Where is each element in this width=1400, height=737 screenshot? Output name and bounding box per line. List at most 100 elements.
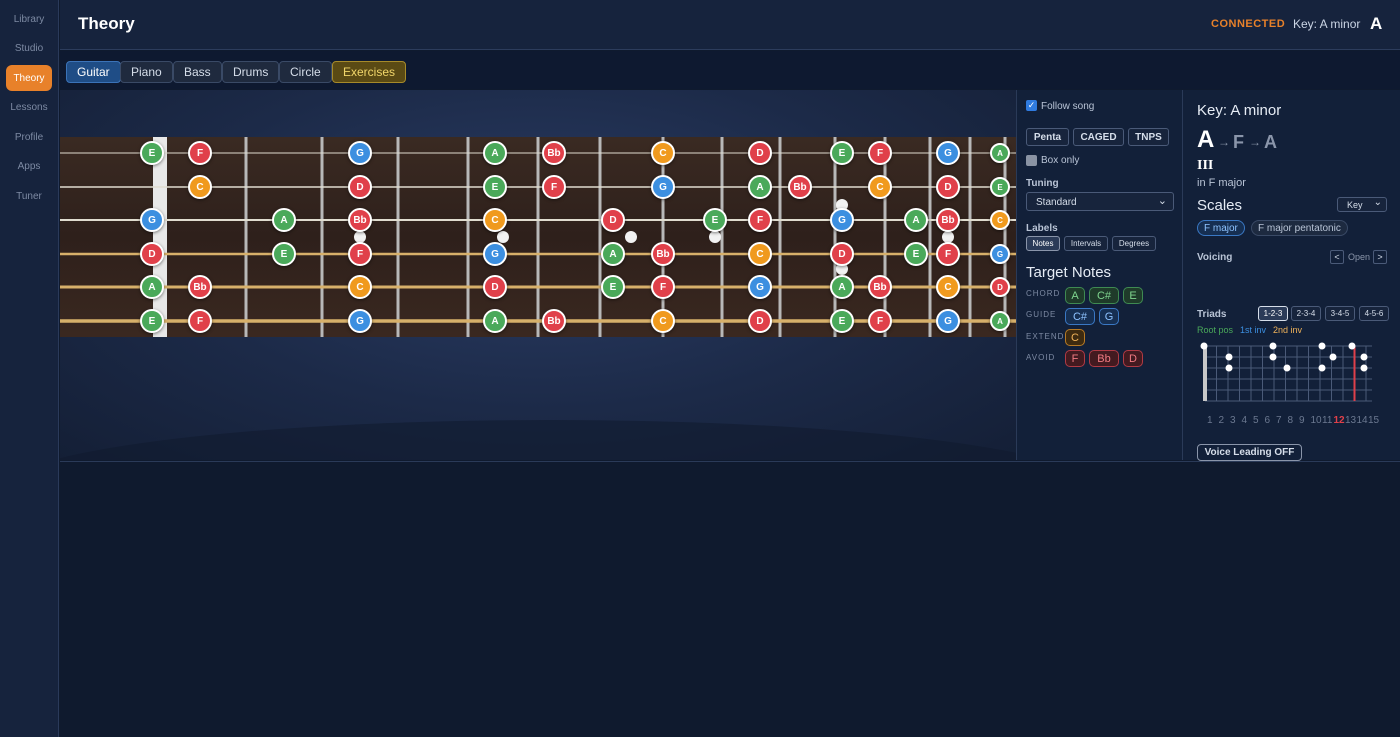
tab-bass[interactable]: Bass [173,61,222,83]
sidebar-item-apps[interactable]: Apps [6,154,52,180]
shape-button-penta[interactable]: Penta [1026,128,1069,146]
triad-dot[interactable] [1225,364,1233,372]
scale-chip-f-major-pentatonic[interactable]: F major pentatonic [1251,220,1348,236]
shape-button-caged[interactable]: CAGED [1073,128,1124,146]
fret-note[interactable]: F [748,208,772,232]
fret-note[interactable]: C [483,208,507,232]
target-chip[interactable]: C# [1065,308,1095,325]
fret-note[interactable]: G [348,309,372,333]
label-option-intervals[interactable]: Intervals [1064,236,1108,251]
target-chip[interactable]: E [1123,287,1143,304]
fret-note[interactable]: D [936,175,960,199]
fret-note[interactable]: D [140,242,164,266]
tab-piano[interactable]: Piano [120,61,173,83]
fret-note[interactable]: G [990,244,1010,264]
fret-note[interactable]: Bb [936,208,960,232]
fret-note[interactable]: A [140,275,164,299]
follow-song-checkbox[interactable]: ✓ [1026,100,1037,111]
target-chip[interactable]: C# [1089,287,1119,304]
fret-note[interactable]: A [272,208,296,232]
triad-dot[interactable] [1225,353,1233,361]
sidebar-item-tuner[interactable]: Tuner [6,183,52,209]
fret-note[interactable]: C [651,141,675,165]
target-chip[interactable]: F [1065,350,1085,367]
sidebar-item-studio[interactable]: Studio [6,36,52,62]
fret-note[interactable]: E [483,175,507,199]
fret-note[interactable]: E [272,242,296,266]
box-only-checkbox[interactable] [1026,155,1037,166]
fret-note[interactable]: F [936,242,960,266]
fret-note[interactable]: E [140,141,164,165]
fret-note[interactable]: D [483,275,507,299]
triad-dot[interactable] [1200,342,1208,350]
fret-note[interactable]: C [990,210,1010,230]
target-chip[interactable]: Bb [1089,350,1119,367]
voicing-next-button[interactable]: > [1373,250,1387,264]
voicing-prev-button[interactable]: < [1330,250,1344,264]
fret-note[interactable]: G [748,275,772,299]
triad-set-1-2-3[interactable]: 1-2-3 [1258,306,1288,321]
voice-leading-button[interactable]: Voice Leading OFF [1197,444,1302,461]
fret-note[interactable]: G [483,242,507,266]
scales-select[interactable]: Key ⌄ [1337,197,1387,212]
fret-note[interactable]: F [868,309,892,333]
triad-set-4-5-6[interactable]: 4-5-6 [1359,306,1389,321]
fret-note[interactable]: A [990,143,1010,163]
sidebar-item-lessons[interactable]: Lessons [6,95,52,121]
fret-note[interactable]: G [140,208,164,232]
target-chip[interactable]: C [1065,329,1085,346]
fret-note[interactable]: D [748,141,772,165]
triad-dot[interactable] [1283,364,1291,372]
sidebar-item-theory[interactable]: Theory [6,65,52,91]
fret-note[interactable]: F [188,309,212,333]
fret-note[interactable]: A [483,141,507,165]
fret-note[interactable]: C [936,275,960,299]
fret-note[interactable]: A [483,309,507,333]
fret-note[interactable]: F [348,242,372,266]
fret-note[interactable]: C [348,275,372,299]
triad-dot[interactable] [1318,364,1326,372]
fret-note[interactable]: F [542,175,566,199]
label-option-degrees[interactable]: Degrees [1112,236,1156,251]
triad-set-3-4-5[interactable]: 3-4-5 [1325,306,1355,321]
fret-note[interactable]: A [601,242,625,266]
fret-note[interactable]: E [703,208,727,232]
triad-dot[interactable] [1269,353,1277,361]
fret-note[interactable]: E [830,309,854,333]
fret-note[interactable]: G [830,208,854,232]
fret-note[interactable]: G [936,141,960,165]
fret-note[interactable]: A [830,275,854,299]
shape-button-tnps[interactable]: TNPS [1128,128,1169,146]
fret-note[interactable]: A [990,311,1010,331]
fret-note[interactable]: A [748,175,772,199]
fret-note[interactable]: E [601,275,625,299]
triad-dot[interactable] [1348,342,1356,350]
tuning-select[interactable]: Standard ⌄ [1026,192,1174,211]
triad-dot[interactable] [1360,364,1368,372]
tab-exercises[interactable]: Exercises [332,61,407,83]
triad-dot[interactable] [1329,353,1337,361]
fret-note[interactable]: Bb [188,275,212,299]
fret-note[interactable]: F [651,275,675,299]
fret-note[interactable]: E [830,141,854,165]
fret-note[interactable]: E [990,177,1010,197]
sidebar-item-library[interactable]: Library [6,6,52,32]
fret-note[interactable]: Bb [788,175,812,199]
tab-drums[interactable]: Drums [222,61,280,83]
fret-note[interactable]: C [748,242,772,266]
triad-set-2-3-4[interactable]: 2-3-4 [1291,306,1321,321]
target-chip[interactable]: D [1123,350,1143,367]
fret-note[interactable]: D [348,175,372,199]
fret-note[interactable]: F [188,141,212,165]
scale-chip-f-major[interactable]: F major [1197,220,1245,236]
fret-note[interactable]: G [348,141,372,165]
fret-note[interactable]: C [868,175,892,199]
target-chip[interactable]: A [1065,287,1085,304]
fret-note[interactable]: F [868,141,892,165]
label-option-notes[interactable]: Notes [1026,236,1060,251]
fret-note[interactable]: G [936,309,960,333]
fret-note[interactable]: E [140,309,164,333]
fret-note[interactable]: A [904,208,928,232]
target-chip[interactable]: G [1099,308,1119,325]
fret-note[interactable]: Bb [651,242,675,266]
